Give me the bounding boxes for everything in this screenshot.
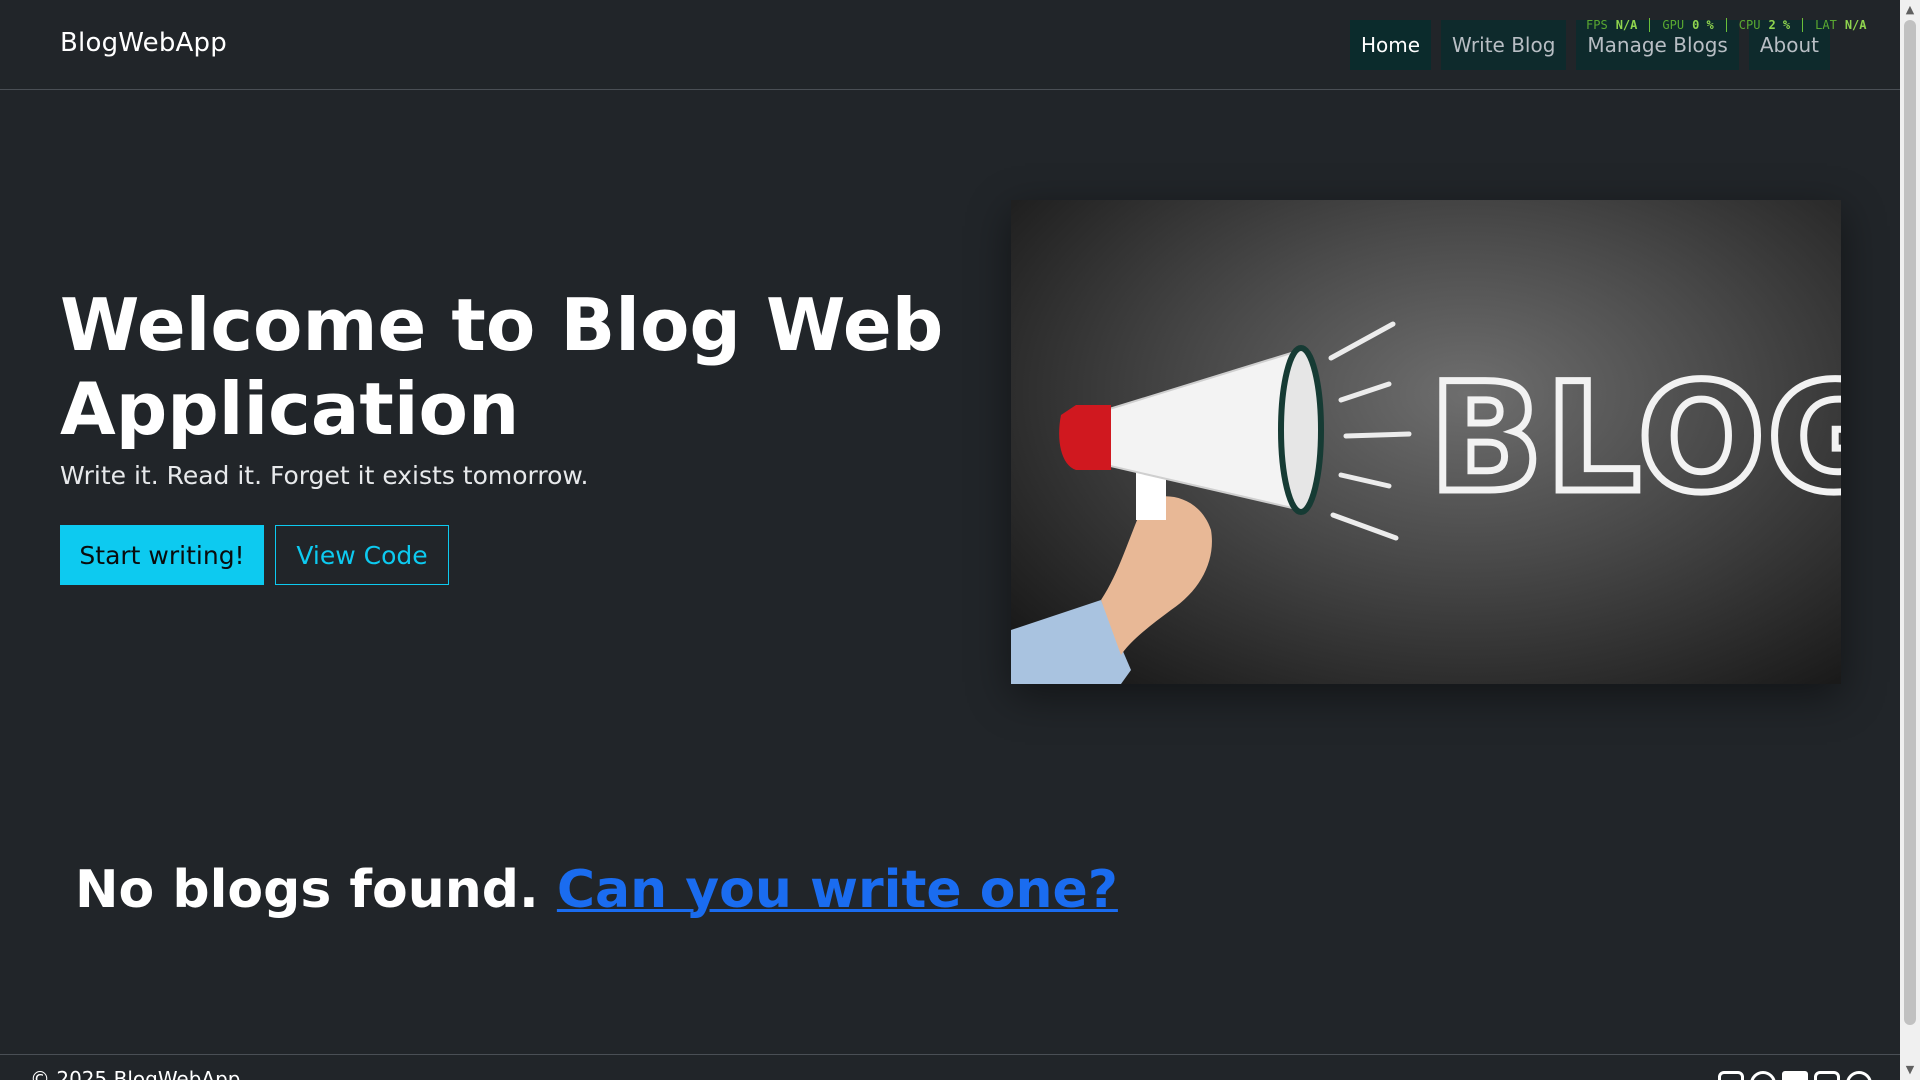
write-one-link[interactable]: Can you write one? (557, 860, 1118, 920)
megaphone-illustration: BLOG (1011, 321, 1841, 684)
perf-fps-value: N/A (1615, 18, 1638, 32)
footer: © 2025 BlogWebApp (0, 1054, 1900, 1080)
hand (1101, 496, 1212, 655)
perf-fps-label: FPS (1586, 18, 1608, 32)
instagram-icon[interactable] (1718, 1071, 1744, 1080)
perf-gpu-value: 0 % (1692, 18, 1714, 32)
hero-title: Welcome to Blog Web Application (60, 283, 944, 451)
brand-link[interactable]: BlogWebApp (60, 28, 227, 58)
perf-lat-label: LAT (1815, 18, 1837, 32)
chalk-lines (1328, 321, 1412, 541)
start-writing-button[interactable]: Start writing! (60, 525, 264, 585)
megaphone-mouthpiece (1059, 405, 1111, 470)
github-icon[interactable] (1750, 1071, 1776, 1080)
scroll-thumb[interactable] (1904, 20, 1916, 1025)
mail-icon[interactable] (1814, 1071, 1840, 1080)
perf-cpu-label: CPU (1738, 18, 1761, 32)
no-blogs-message: No blogs found. Can you write one? (75, 860, 1118, 920)
blog-chalk-text: BLOG (1429, 352, 1841, 526)
social-links (1718, 1071, 1872, 1080)
copyright-text: © 2025 BlogWebApp (30, 1067, 241, 1080)
scroll-up-arrow-icon[interactable]: ▲ (1900, 0, 1920, 20)
perf-lat-value: N/A (1844, 18, 1867, 32)
perf-lat: LAT N/A (1802, 18, 1878, 32)
nav-link-home[interactable]: Home (1349, 20, 1432, 70)
navbar: BlogWebApp Home Write Blog Manage Blogs … (0, 0, 1900, 90)
linkedin-icon[interactable] (1782, 1071, 1808, 1080)
perf-gpu-label: GPU (1662, 18, 1685, 32)
megaphone-body (1105, 348, 1302, 512)
perf-fps: FPS N/A (1578, 18, 1649, 32)
no-blogs-text: No blogs found. (75, 860, 539, 920)
nav-link-write-blog[interactable]: Write Blog (1441, 20, 1567, 70)
hero-subtitle: Write it. Read it. Forget it exists tomo… (60, 461, 589, 490)
vertical-scrollbar[interactable]: ▲ ▼ (1900, 0, 1920, 1080)
megaphone-bell (1278, 345, 1324, 515)
perf-gpu: GPU 0 % (1649, 18, 1725, 32)
whatsapp-icon[interactable] (1846, 1071, 1872, 1080)
perf-overlay: FPS N/A GPU 0 % CPU 2 % LAT N/A (1578, 18, 1879, 32)
hero-image-megaphone-blog: BLOG (1011, 200, 1841, 684)
view-code-button[interactable]: View Code (275, 525, 449, 585)
scroll-down-arrow-icon[interactable]: ▼ (1900, 1060, 1920, 1080)
perf-cpu: CPU 2 % (1725, 18, 1802, 32)
perf-cpu-value: 2 % (1768, 18, 1791, 32)
